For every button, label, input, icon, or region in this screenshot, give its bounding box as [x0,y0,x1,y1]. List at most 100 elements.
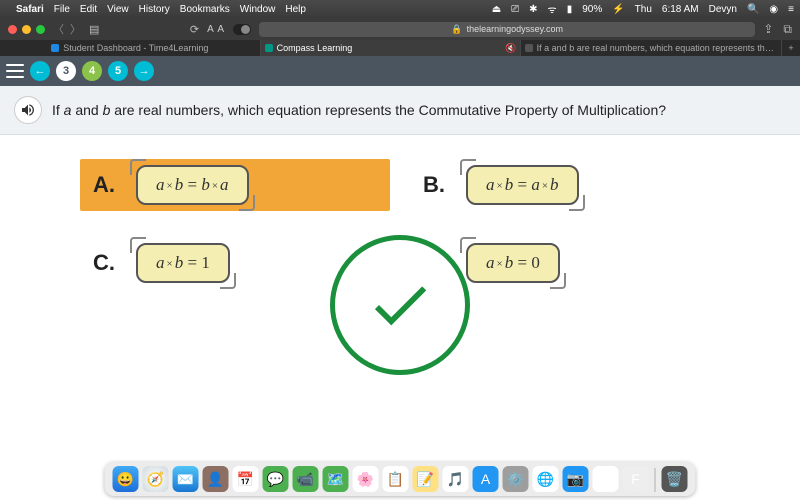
dock-trash[interactable]: 🗑️ [662,466,688,492]
menu-day: Thu [635,4,652,15]
notification-center-icon[interactable]: ≡ [788,4,794,15]
menu-file[interactable]: File [54,4,70,15]
tab-strip: Student Dashboard - Time4Learning Compas… [0,40,800,56]
airplay-icon[interactable]: ⏏ [492,4,501,15]
equation-box: a×b = 0 [466,243,560,283]
menu-hamburger-icon[interactable] [6,64,24,78]
bracket-corner-icon [569,195,585,211]
bracket-corner-icon [550,273,566,289]
dock-app-contacts[interactable]: 👤 [203,466,229,492]
tab-label: If a and b are real numbers, which equat… [537,43,777,53]
dock-app-safari[interactable]: 🧭 [143,466,169,492]
bracket-corner-icon [220,273,236,289]
dock-app-font[interactable]: F [623,466,649,492]
address-bar[interactable]: 🔒 thelearningodyssey.com [259,22,755,37]
sidebar-toggle-icon[interactable]: ▤ [89,23,99,36]
choice-letter: C. [90,250,118,276]
dock-app-mail[interactable]: ✉️ [173,466,199,492]
menu-bookmarks[interactable]: Bookmarks [180,4,230,15]
favicon-icon [525,44,532,52]
battery-icon[interactable]: ▮ [567,4,573,15]
dock-app-photos[interactable]: 🌸 [353,466,379,492]
question-bar: If a and b are real numbers, which equat… [0,86,800,135]
browser-toolbar: 〈 〉 ▤ ⟳ A A 🔒 thelearningodyssey.com ⇪ ⧉ [0,18,800,40]
speaker-icon [20,102,36,118]
spotlight-icon[interactable]: 🔍 [747,4,759,15]
checkmark-icon [365,270,435,340]
back-button[interactable]: 〈 [53,21,64,37]
bracket-corner-icon [460,237,476,253]
choice-letter: A. [90,172,118,198]
nav-step-3[interactable]: 3 [56,61,76,81]
tab-label: Student Dashboard - Time4Learning [63,43,208,53]
siri-icon[interactable]: ◉ [769,4,778,15]
bracket-corner-icon [130,237,146,253]
equation-box: a×b = a×b [466,165,579,205]
menu-time: 6:18 AM [662,4,699,15]
dock-app-settings[interactable]: ⚙️ [503,466,529,492]
mac-menu-bar: Safari File Edit View History Bookmarks … [0,0,800,18]
dock-app-chrome[interactable]: 🌐 [533,466,559,492]
mac-dock: 😀🧭✉️👤📅💬📹🗺️🌸📋📝🎵A⚙️🌐📷WF 🗑️ [105,462,696,496]
nav-step-5[interactable]: 5 [108,61,128,81]
dock-app-word[interactable]: W [593,466,619,492]
menu-help[interactable]: Help [285,4,306,15]
tab-label: Compass Learning [277,43,353,53]
close-window-button[interactable] [8,25,17,34]
lesson-nav-bar: ← 3 4 5 → [0,56,800,86]
reader-toggle[interactable] [233,24,251,35]
correct-feedback [330,235,470,375]
battery-percent: 90% [582,4,602,15]
new-tab-button[interactable]: + [782,40,800,56]
bracket-corner-icon [130,159,146,175]
dock-separator [655,468,656,492]
window-controls [8,25,45,34]
dock-app-zoom[interactable]: 📷 [563,466,589,492]
forward-button[interactable]: 〉 [70,21,81,37]
lock-icon: 🔒 [451,24,462,35]
dock-app-maps[interactable]: 🗺️ [323,466,349,492]
menu-window[interactable]: Window [240,4,276,15]
question-text: If a and b are real numbers, which equat… [52,102,666,118]
dock-app-reminders[interactable]: 📋 [383,466,409,492]
tabs-icon[interactable]: ⧉ [783,22,792,37]
menu-history[interactable]: History [139,4,170,15]
equation-box: a×b = b×a [136,165,249,205]
minimize-window-button[interactable] [22,25,31,34]
charging-icon: ⚡ [612,4,624,15]
menu-view[interactable]: View [107,4,129,15]
menu-app-name[interactable]: Safari [16,4,44,15]
favicon-icon [51,44,59,52]
menu-edit[interactable]: Edit [80,4,97,15]
maximize-window-button[interactable] [36,25,45,34]
menu-user[interactable]: Devyn [709,4,737,15]
tab-student-dashboard[interactable]: Student Dashboard - Time4Learning [0,40,261,56]
nav-prev-button[interactable]: ← [30,61,50,81]
dock-app-facetime[interactable]: 📹 [293,466,319,492]
dock-app-notes[interactable]: 📝 [413,466,439,492]
equation-box: a×b = 1 [136,243,230,283]
wifi-icon[interactable]: ᯤ [548,2,557,16]
read-aloud-button[interactable] [14,96,42,124]
choice-A[interactable]: A. a×b = b×a [80,159,390,211]
choice-B[interactable]: B. a×b = a×b [410,159,720,211]
bracket-corner-icon [239,195,255,211]
tab-search-result[interactable]: If a and b are real numbers, which equat… [521,40,782,56]
answer-area: A. a×b = b×a B. a×b = a×b [0,135,800,289]
dock-app-calendar[interactable]: 📅 [233,466,259,492]
bracket-corner-icon [460,159,476,175]
tab-audio-icon[interactable]: 🔇 [505,43,516,54]
text-size-control[interactable]: A A [207,24,225,35]
dock-app-messages[interactable]: 💬 [263,466,289,492]
tab-compass-learning[interactable]: Compass Learning 🔇 [261,40,522,56]
dock-app-finder[interactable]: 😀 [113,466,139,492]
dock-app-appstore[interactable]: A [473,466,499,492]
choice-letter: B. [420,172,448,198]
nav-step-4[interactable]: 4 [82,61,102,81]
nav-next-button[interactable]: → [134,61,154,81]
share-icon[interactable]: ⇪ [763,22,773,37]
dock-app-itunes[interactable]: 🎵 [443,466,469,492]
display-icon[interactable]: ⎚ [511,4,519,15]
reload-icon[interactable]: ⟳ [190,23,199,36]
bluetooth-icon[interactable]: ✱ [529,4,537,15]
